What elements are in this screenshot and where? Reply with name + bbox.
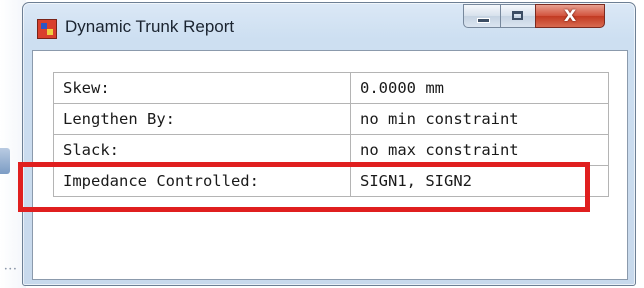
minimize-button[interactable] <box>463 4 501 28</box>
table-row: Slack: no max constraint <box>53 134 609 166</box>
window-title: Dynamic Trunk Report <box>65 17 235 36</box>
row-value-lengthen-by: no min constraint <box>350 103 609 135</box>
title-bar[interactable]: Dynamic Trunk Report X <box>23 3 635 51</box>
table-row: Lengthen By: no min constraint <box>53 103 609 135</box>
maximize-icon <box>512 11 523 20</box>
row-value-slack: no max constraint <box>350 134 609 166</box>
background-dots: ••• <box>4 266 18 273</box>
row-label-lengthen-by: Lengthen By: <box>53 103 351 135</box>
dynamic-trunk-report-window: Dynamic Trunk Report X Skew: 0.0000 mm L… <box>22 2 636 286</box>
close-button[interactable]: X <box>535 4 605 28</box>
maximize-button[interactable] <box>500 4 536 28</box>
row-value-skew: 0.0000 mm <box>350 72 609 104</box>
close-icon: X <box>563 6 577 25</box>
row-label-skew: Skew: <box>53 72 351 104</box>
app-icon <box>37 19 57 39</box>
row-label-slack: Slack: <box>53 134 351 166</box>
table-row: Skew: 0.0000 mm <box>53 72 609 104</box>
minimize-icon <box>477 18 490 23</box>
highlight-annotation-box <box>18 162 590 212</box>
background-taskbar-icon <box>0 148 10 174</box>
